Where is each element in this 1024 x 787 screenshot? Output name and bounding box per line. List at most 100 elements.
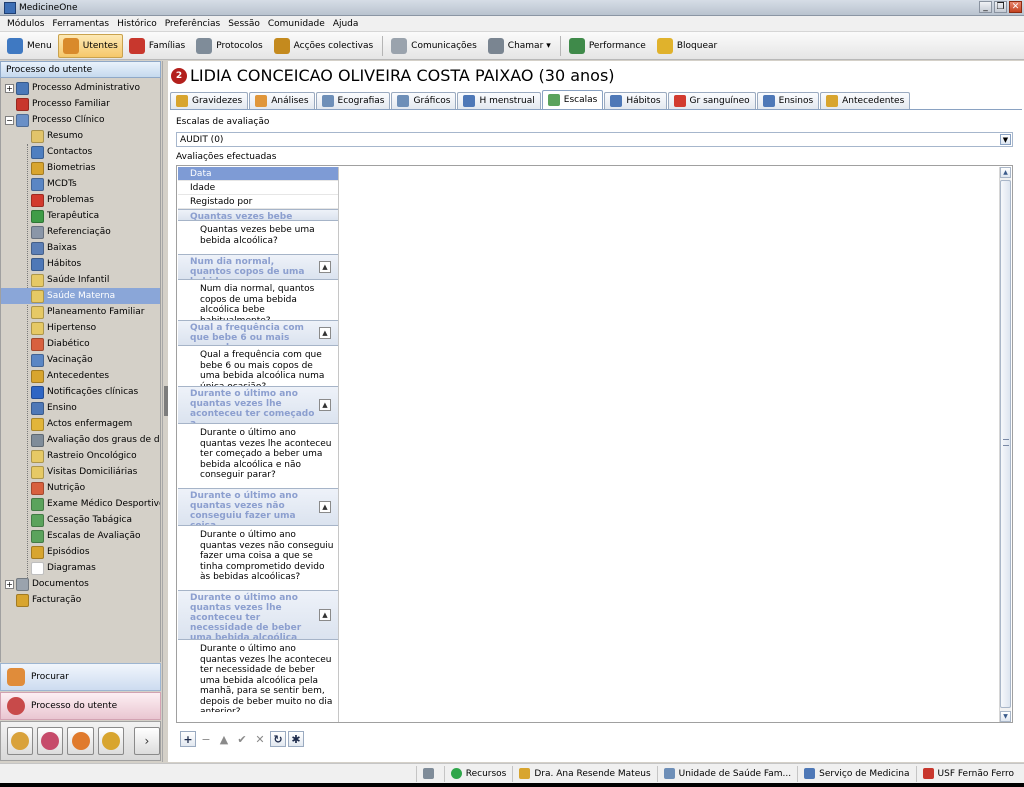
tree-item-17[interactable]: Vacinação (1, 352, 160, 368)
collapse-icon[interactable]: ▲ (319, 501, 331, 513)
status-item-5[interactable]: USF Fernão Ferro (915, 765, 1020, 782)
move-up-icon[interactable]: ▲ (216, 731, 232, 747)
question-group-header[interactable]: Durante o último ano quantas vezes não c… (178, 488, 338, 526)
toolbar-button-2[interactable]: Famílias (124, 34, 190, 58)
tree-item-13[interactable]: Saúde Materna (1, 288, 160, 304)
close-button[interactable]: ✕ (1009, 1, 1022, 13)
tab-6[interactable]: Hábitos (604, 92, 667, 109)
scale-select[interactable]: AUDIT (0) ▼ (176, 132, 1013, 147)
add-icon[interactable]: + (180, 731, 196, 747)
tree-item-0[interactable]: + Processo Administrativo (1, 80, 160, 96)
tab-7[interactable]: Gr sanguíneo (667, 92, 756, 109)
tree-item-32[interactable]: Facturação (1, 592, 160, 608)
grid-header-1[interactable]: Idade (178, 181, 338, 195)
tree-item-24[interactable]: Visitas Domiciliárias (1, 464, 160, 480)
grid-scrollbar[interactable]: ▲ ▼ (999, 167, 1011, 722)
question-group-header[interactable]: Qual a frequência com que bebe 6 ou mais… (178, 320, 338, 346)
toolbar-button-8[interactable]: Bloquear (652, 34, 722, 58)
toolbar-button-1[interactable]: Utentes (57, 33, 123, 58)
tree-item-16[interactable]: Diabético (1, 336, 160, 352)
expand-icon[interactable]: − (5, 115, 14, 125)
menu-item-0[interactable]: Módulos (3, 19, 48, 29)
status-item-1[interactable]: Recursos (443, 765, 513, 782)
tree-item-22[interactable]: Avaliação dos graus de de... (1, 432, 160, 448)
bottom-button-4[interactable]: › (133, 727, 161, 755)
collapse-icon[interactable]: ▲ (319, 327, 331, 339)
menu-item-1[interactable]: Ferramentas (48, 19, 113, 29)
remove-icon[interactable]: − (198, 731, 214, 747)
tree-item-7[interactable]: Problemas (1, 192, 160, 208)
confirm-icon[interactable]: ✔ (234, 731, 250, 747)
tree-item-10[interactable]: Baixas (1, 240, 160, 256)
tree-item-31[interactable]: + Documentos (1, 576, 160, 592)
menu-item-6[interactable]: Ajuda (329, 19, 363, 29)
scroll-down-icon[interactable]: ▼ (1000, 711, 1011, 722)
scroll-thumb[interactable] (1000, 180, 1011, 708)
bottom-button-2[interactable] (67, 727, 94, 755)
grid-header-2[interactable]: Registado por (178, 195, 338, 209)
menu-item-4[interactable]: Sessão (224, 19, 264, 29)
tree-item-18[interactable]: Antecedentes (1, 368, 160, 384)
toolbar-button-7[interactable]: Performance (564, 34, 651, 58)
tree-item-2[interactable]: − Processo Clínico (1, 112, 160, 128)
tree-item-26[interactable]: Exame Médico Desportivo (1, 496, 160, 512)
grid-header-0[interactable]: Data (178, 167, 338, 181)
toolbar-button-3[interactable]: Protocolos (191, 34, 267, 58)
tree-item-5[interactable]: Biometrias (1, 160, 160, 176)
minimize-button[interactable]: _ (979, 1, 992, 13)
expand-icon[interactable]: + (5, 83, 14, 93)
search-nav-button[interactable]: Procurar (0, 663, 161, 691)
tree-item-30[interactable]: Diagramas (1, 560, 160, 576)
collapse-icon[interactable]: ▲ (319, 261, 331, 273)
star-icon[interactable]: ✱ (288, 731, 304, 747)
tree-item-21[interactable]: Actos enfermagem (1, 416, 160, 432)
tab-4[interactable]: H menstrual (457, 92, 541, 109)
collapse-icon[interactable]: ▲ (319, 399, 331, 411)
chevron-down-icon[interactable]: ▼ (1000, 134, 1011, 145)
toolbar-button-0[interactable]: Menu (2, 34, 57, 58)
tree-item-14[interactable]: Planeamento Familiar (1, 304, 160, 320)
menu-item-5[interactable]: Comunidade (264, 19, 329, 29)
menu-item-3[interactable]: Preferências (161, 19, 224, 29)
tab-3[interactable]: Gráficos (391, 92, 457, 109)
tree-item-3[interactable]: Resumo (1, 128, 160, 144)
status-item-2[interactable]: Dra. Ana Resende Mateus (512, 765, 656, 782)
tree-item-20[interactable]: Ensino (1, 400, 160, 416)
tab-1[interactable]: Análises (249, 92, 315, 109)
tree-item-4[interactable]: Contactos (1, 144, 160, 160)
tree-item-11[interactable]: Hábitos (1, 256, 160, 272)
toolbar-button-6[interactable]: Chamar ▾ (483, 34, 556, 58)
tab-8[interactable]: Ensinos (756, 92, 820, 109)
tree-item-19[interactable]: Notificações clínicas (1, 384, 160, 400)
tree-item-1[interactable]: Processo Familiar (1, 96, 160, 112)
question-group-header[interactable]: Durante o último ano quantas vezes lhe a… (178, 590, 338, 640)
patient-process-nav-button[interactable]: Processo do utente (0, 692, 161, 720)
restore-button[interactable]: ❐ (994, 1, 1007, 13)
tree-item-8[interactable]: Terapêutica (1, 208, 160, 224)
tree-item-6[interactable]: MCDTs (1, 176, 160, 192)
tab-9[interactable]: Antecedentes (820, 92, 911, 109)
tab-0[interactable]: Gravidezes (170, 92, 249, 109)
question-group-header[interactable]: Num dia normal, quantos copos de uma beb… (178, 254, 338, 280)
refresh-icon[interactable]: ↻ (270, 731, 286, 747)
status-item-0[interactable] (415, 765, 444, 782)
bottom-button-1[interactable] (37, 727, 64, 755)
expand-icon[interactable]: + (5, 579, 14, 589)
status-item-4[interactable]: Serviço de Medicina (797, 765, 915, 782)
tab-2[interactable]: Ecografias (315, 92, 391, 109)
tree-item-25[interactable]: Nutrição (1, 480, 160, 496)
tree-item-29[interactable]: Episódios (1, 544, 160, 560)
status-item-3[interactable]: Unidade de Saúde Fam... (656, 765, 798, 782)
scroll-up-icon[interactable]: ▲ (1000, 167, 1011, 178)
tree-item-23[interactable]: Rastreio Oncológico (1, 448, 160, 464)
collapse-icon[interactable]: ▲ (319, 609, 331, 621)
tree-item-12[interactable]: Saúde Infantil (1, 272, 160, 288)
bottom-button-3[interactable] (97, 727, 124, 755)
tab-5[interactable]: Escalas (541, 90, 604, 109)
tree-item-27[interactable]: Cessação Tabágica (1, 512, 160, 528)
bottom-button-0[interactable] (7, 727, 34, 755)
question-group-header[interactable]: Quantas vezes bebe uma (178, 209, 338, 221)
cancel-icon[interactable]: ✕ (252, 731, 268, 747)
tree-item-9[interactable]: Referenciação (1, 224, 160, 240)
question-group-header[interactable]: Durante o último ano quantas vezes lhe a… (178, 386, 338, 424)
